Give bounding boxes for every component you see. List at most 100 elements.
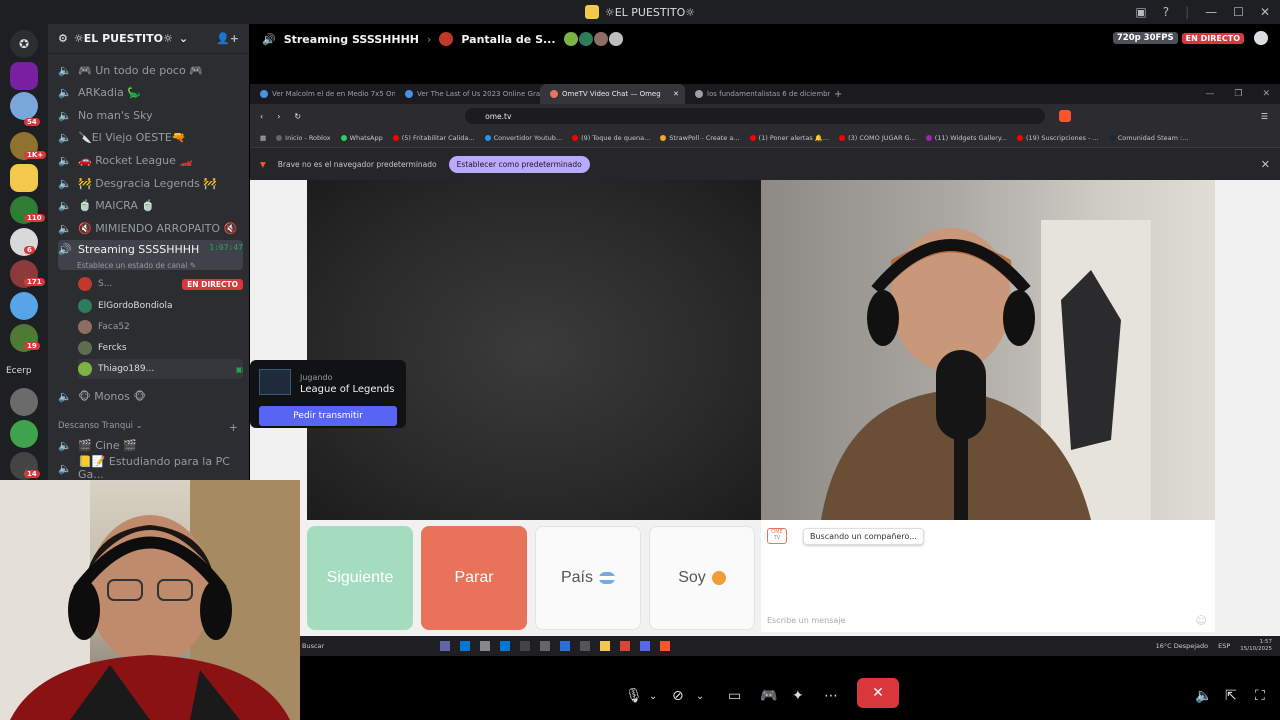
- server-icon-el-puestito[interactable]: [10, 164, 38, 192]
- reload-icon[interactable]: ↻: [294, 112, 301, 121]
- country-button[interactable]: País: [535, 526, 641, 630]
- voice-channel[interactable]: 🔈 🚧 Desgracia Legends 🚧: [58, 173, 243, 193]
- voice-channel[interactable]: 🔈 📒📝 Estudiando para la PC Ga...: [58, 455, 243, 481]
- voice-channel[interactable]: 🔈 🎮 Un todo de poco 🎮: [58, 60, 243, 80]
- voice-channel[interactable]: 🔈 No man's Sky: [58, 105, 243, 125]
- edge-icon[interactable]: [460, 641, 470, 651]
- folder-icon[interactable]: [600, 641, 610, 651]
- restore-icon[interactable]: ❐: [1234, 89, 1242, 99]
- close-icon[interactable]: ✕: [1260, 5, 1270, 19]
- bookmark[interactable]: Convertidor Youtub...: [484, 134, 562, 142]
- bookmark[interactable]: (5) Fritabilitar Calida...: [392, 134, 475, 142]
- server-icon[interactable]: [10, 420, 38, 448]
- category-header[interactable]: Descanso Tranqui ⌄ +: [58, 421, 238, 434]
- bookmark[interactable]: (1) Poner alertas 🔔...: [749, 134, 829, 142]
- channel-status-hint[interactable]: Establece un estado de canal ✎: [77, 261, 196, 270]
- app-icon[interactable]: [580, 641, 590, 651]
- voice-channel[interactable]: 🔈 🐵 Monos 🐵: [58, 386, 243, 406]
- taskbar-search[interactable]: Buscar: [300, 642, 400, 650]
- chat-bubble-icon[interactable]: [1254, 31, 1268, 45]
- voice-channel[interactable]: 🔈 🍵 MAICRA 🍵: [58, 195, 243, 215]
- weather-text[interactable]: 16°C Despejado: [1156, 642, 1209, 650]
- brave-shields-icon[interactable]: [1059, 110, 1072, 122]
- app-icon[interactable]: [440, 641, 450, 651]
- chrome-icon[interactable]: [620, 641, 630, 651]
- disconnect-button[interactable]: ✕: [857, 678, 899, 708]
- minimize-icon[interactable]: —: [1205, 89, 1214, 99]
- app-icon[interactable]: [540, 641, 550, 651]
- server-label-ecerp[interactable]: Ecerp: [6, 366, 32, 376]
- clock[interactable]: 1:57 15/10/2025: [1240, 639, 1272, 653]
- voice-member[interactable]: S... EN DIRECTO: [78, 274, 243, 294]
- browser-tab[interactable]: Ver Malcolm el de en Medio 7x5 On: [250, 84, 395, 104]
- browser-tab[interactable]: Ver The Last of Us 2023 Online Grati: [395, 84, 540, 104]
- brave-icon[interactable]: [660, 641, 670, 651]
- address-bar[interactable]: ome.tv: [465, 108, 1046, 124]
- more-options-icon[interactable]: ⋯: [824, 684, 838, 708]
- app-icon[interactable]: [560, 641, 570, 651]
- voice-channel[interactable]: 🔈 🔇 MIMIENDO ARROPAITO 🔇: [58, 218, 243, 238]
- browser-tab[interactable]: los fundamentalistas 6 de diciembre: [685, 84, 830, 104]
- viewer-avatars[interactable]: [563, 32, 623, 46]
- voice-channel[interactable]: 🔈 🚗 Rocket League 🏎️: [58, 150, 243, 170]
- close-icon[interactable]: ✕: [1262, 89, 1270, 99]
- next-button[interactable]: Siguiente: [307, 526, 413, 630]
- new-tab-icon[interactable]: +: [830, 89, 842, 100]
- bookmark[interactable]: StrawPoll - Create a...: [660, 134, 740, 142]
- server-header[interactable]: ⚙ ☼EL PUESTITO☼ ⌄ 👤+: [48, 24, 249, 54]
- app-icon[interactable]: [500, 641, 510, 651]
- voice-channel[interactable]: 🔈 ARKadia 🦕: [58, 82, 243, 102]
- language-indicator[interactable]: ESP: [1218, 642, 1230, 650]
- camera-off-icon[interactable]: ⊘: [672, 684, 684, 708]
- maximize-icon[interactable]: ☐: [1233, 5, 1244, 19]
- voice-member[interactable]: ElGordoBondiola: [78, 296, 243, 316]
- inbox-icon[interactable]: ▣: [1135, 5, 1146, 19]
- add-channel-icon[interactable]: +: [229, 421, 238, 434]
- request-stream-button[interactable]: Pedir transmitir: [259, 406, 397, 426]
- stream-screen-name[interactable]: Pantalla de S...: [461, 33, 555, 46]
- app-icon[interactable]: [480, 641, 490, 651]
- microphone-icon[interactable]: 🎙: [625, 684, 643, 708]
- browser-tab-active[interactable]: OmeTV Video Chat — Omeg ✕: [540, 84, 685, 104]
- back-icon[interactable]: ‹: [260, 112, 263, 121]
- discord-icon[interactable]: [640, 641, 650, 651]
- voice-channel[interactable]: 🔈 🔪El Viejo OESTE🔫: [58, 127, 243, 147]
- volume-icon[interactable]: 🔈: [1195, 684, 1212, 708]
- voice-member[interactable]: Fercks: [78, 338, 243, 358]
- bookmark[interactable]: Comunidad Steam :...: [1108, 134, 1188, 142]
- close-icon[interactable]: ✕: [1261, 158, 1270, 171]
- bookmark[interactable]: Inicio - Roblox: [276, 134, 331, 142]
- stream-channel-name[interactable]: Streaming SSSSHHHH: [284, 33, 419, 46]
- bookmark[interactable]: (3) COMO JUGAR G...: [839, 134, 916, 142]
- voice-member[interactable]: Faca52: [78, 317, 243, 337]
- emoji-icon[interactable]: ☺: [1196, 614, 1207, 627]
- gender-button[interactable]: Soy: [649, 526, 755, 630]
- add-member-icon[interactable]: 👤+: [216, 32, 239, 45]
- message-input[interactable]: Escribe un mensaje: [767, 616, 845, 625]
- soundboard-icon[interactable]: ✦: [792, 684, 804, 708]
- server-icon[interactable]: [10, 388, 38, 416]
- help-icon[interactable]: ?: [1163, 5, 1169, 19]
- bookmark[interactable]: WhatsApp: [340, 134, 383, 142]
- voice-channel[interactable]: 🔈 🎬 Cine 🎬: [58, 435, 243, 455]
- voice-member-hovered[interactable]: Thiago189... ▣: [78, 359, 243, 379]
- server-icon[interactable]: [10, 292, 38, 320]
- tab-close-icon[interactable]: ✕: [673, 90, 679, 98]
- fullscreen-icon[interactable]: ⛶: [1255, 684, 1265, 708]
- forward-icon[interactable]: ›: [277, 112, 280, 121]
- server-icon-mega-bonk[interactable]: [10, 62, 38, 90]
- app-icon[interactable]: [520, 641, 530, 651]
- discord-home-icon[interactable]: ✪: [10, 30, 38, 58]
- stop-button[interactable]: Parar: [421, 526, 527, 630]
- activities-icon[interactable]: 🎮: [760, 684, 777, 708]
- minimize-icon[interactable]: —: [1205, 5, 1217, 19]
- bookmark[interactable]: (9) Toque de quena...: [572, 134, 650, 142]
- extensions-icon[interactable]: ☰: [1261, 112, 1268, 121]
- popout-icon[interactable]: ⇱: [1225, 684, 1237, 708]
- set-default-button[interactable]: Establecer como predeterminado: [448, 155, 590, 173]
- bookmark[interactable]: (11) Widgets Gallery...: [925, 134, 1007, 142]
- chevron-down-icon[interactable]: ⌄: [649, 684, 657, 708]
- server-icon[interactable]: [10, 92, 38, 120]
- chevron-down-icon[interactable]: ⌄: [696, 684, 704, 708]
- apps-grid-icon[interactable]: ▦: [260, 134, 266, 142]
